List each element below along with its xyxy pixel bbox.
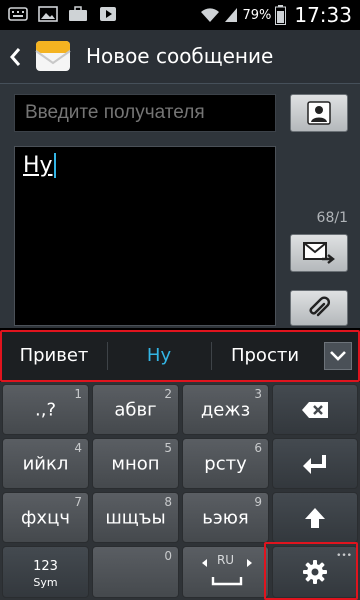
key-number: 4 xyxy=(74,441,82,455)
action-bar: Новое сообщение xyxy=(0,30,360,84)
symbols-key[interactable]: 123 Sym xyxy=(2,546,89,598)
character-counter: 68/1 xyxy=(316,210,348,226)
page-title: Новое сообщение xyxy=(86,44,274,68)
status-bar: 79% 17:33 xyxy=(0,0,360,30)
key-label: 123 xyxy=(33,559,58,574)
key-sublabel: Sym xyxy=(33,576,58,589)
message-text: Ну xyxy=(23,153,56,178)
message-envelope-icon xyxy=(35,41,71,71)
suggestion-item[interactable]: Привет xyxy=(2,332,106,380)
key-label: мноп xyxy=(111,453,160,474)
key-punctuation[interactable]: .,? 1 xyxy=(2,384,89,435)
attach-button[interactable] xyxy=(290,290,348,326)
signal-icon xyxy=(225,8,238,22)
paperclip-icon xyxy=(309,296,331,317)
key-label: абвг xyxy=(114,399,157,420)
contacts-button[interactable] xyxy=(290,94,348,132)
settings-key[interactable]: ••• xyxy=(272,546,358,598)
key-label: фхцч xyxy=(21,507,70,528)
image-icon xyxy=(38,6,58,22)
key-number: 3 xyxy=(254,387,262,401)
key-number: 9 xyxy=(254,495,262,509)
contact-icon xyxy=(307,101,331,125)
key-abvg[interactable]: абвг 2 xyxy=(92,384,179,435)
space-language-key[interactable]: RU xyxy=(182,546,269,598)
key-mnop[interactable]: мноп 5 xyxy=(92,438,179,489)
compose-area: Ну 68/1 xyxy=(0,84,360,328)
backspace-icon xyxy=(302,401,328,418)
key-number: 0 xyxy=(164,549,172,563)
send-button[interactable] xyxy=(290,234,348,272)
key-shshchy[interactable]: шщъы 8 xyxy=(92,492,179,543)
key-number: 2 xyxy=(164,387,172,401)
battery-percent: 79% xyxy=(242,7,272,23)
suggestion-item[interactable]: Прости xyxy=(212,332,318,380)
play-store-icon xyxy=(100,7,116,21)
message-field[interactable]: Ну xyxy=(14,146,276,326)
suggestion-bar: Привет Ну Прости xyxy=(0,330,360,382)
key-number: 7 xyxy=(74,495,82,509)
enter-icon xyxy=(303,454,326,474)
enter-key[interactable] xyxy=(272,438,358,489)
briefcase-icon xyxy=(69,6,87,21)
chevron-left-icon[interactable] xyxy=(8,45,22,69)
wifi-icon xyxy=(201,8,220,22)
shift-arrow-icon xyxy=(305,507,325,528)
key-fkhtsch[interactable]: фхцч 7 xyxy=(2,492,89,543)
send-icon xyxy=(303,242,335,264)
key-iykl[interactable]: ийкл 4 xyxy=(2,438,89,489)
key-label: ьэюя xyxy=(202,507,249,528)
key-number: 5 xyxy=(164,441,172,455)
key-dezhz[interactable]: дежз 3 xyxy=(182,384,269,435)
battery-icon xyxy=(275,5,287,25)
key-number: 8 xyxy=(164,495,172,509)
clock: 17:33 xyxy=(294,3,352,27)
key-label: дежз xyxy=(200,399,251,420)
gear-icon xyxy=(303,560,327,584)
key-zero[interactable]: 0 xyxy=(92,546,179,598)
language-switch-icon xyxy=(202,559,252,586)
recipient-input[interactable] xyxy=(14,94,276,132)
key-label: ийкл xyxy=(22,453,69,474)
chevron-down-icon xyxy=(330,351,346,361)
more-dots-icon: ••• xyxy=(336,551,352,561)
key-rstu[interactable]: рсту 6 xyxy=(182,438,269,489)
shift-key[interactable] xyxy=(272,492,358,543)
key-label: шщъы xyxy=(105,507,166,528)
key-label: .,? xyxy=(35,399,56,420)
keyboard-icon xyxy=(8,7,28,21)
expand-suggestions-button[interactable] xyxy=(324,342,352,370)
key-eyuya[interactable]: ьэюя 9 xyxy=(182,492,269,543)
backspace-key[interactable] xyxy=(272,384,358,435)
key-number: 6 xyxy=(254,441,262,455)
suggestion-item-selected[interactable]: Ну xyxy=(108,332,210,380)
key-label: рсту xyxy=(204,453,247,474)
key-number: 1 xyxy=(74,387,82,401)
